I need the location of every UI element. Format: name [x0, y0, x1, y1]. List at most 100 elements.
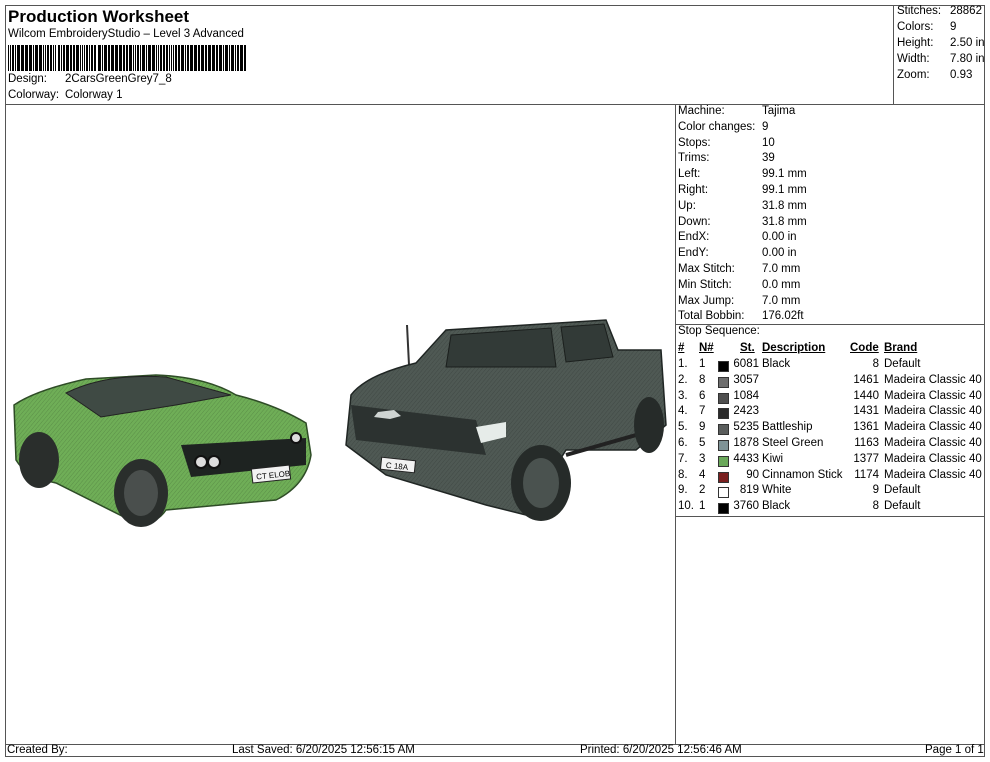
color-swatch — [718, 376, 729, 388]
needle-number: 1 — [699, 500, 706, 513]
info-label: EndX: — [678, 231, 710, 244]
info-label: Right: — [678, 184, 709, 196]
thread-brand: Madeira Classic 40 — [884, 373, 982, 386]
info-label: Total Bobbin: — [678, 310, 745, 323]
barcode — [8, 45, 246, 71]
table-row: 2. 8 3057 1461 Madeira Classic 40 — [676, 374, 985, 390]
page-title: Production Worksheet — [8, 7, 190, 26]
stitch-count: 3760 — [733, 500, 759, 513]
printed-date: Printed: 6/20/2025 12:56:46 AM — [580, 744, 742, 756]
worksheet-header: Production Worksheet Wilcom EmbroiderySt… — [5, 5, 894, 104]
info-value: 7.0 mm — [762, 263, 801, 275]
info-label: Max Stitch: — [678, 263, 735, 275]
info-value: 0.00 in — [762, 247, 797, 260]
thread-code: 1431 — [853, 405, 879, 418]
info-label: Stops: — [678, 136, 711, 149]
info-value: 39 — [762, 152, 775, 165]
thread-brand: Madeira Classic 40 — [884, 452, 982, 465]
grey-truck-illustration: C 18A — [345, 319, 667, 521]
info-value: 7.0 mm — [762, 294, 801, 307]
info-value: 9 — [762, 120, 769, 133]
design-preview: CT ELOB C 18A — [13, 319, 667, 527]
info-label: Up: — [678, 199, 696, 212]
info-value: 0.0 mm — [762, 278, 801, 291]
table-row: 10. 1 3760 Black 8 Default — [676, 500, 985, 516]
thread-description: Black — [762, 358, 791, 370]
worksheet-footer: Created By: Last Saved: 6/20/2025 12:56:… — [5, 744, 985, 757]
info-value: 0.00 in — [762, 231, 797, 244]
stitch-count: 2423 — [733, 405, 759, 418]
col-header-description: Description — [762, 342, 826, 354]
stop-number: 5. — [678, 421, 688, 434]
design-label: Design: — [8, 73, 47, 85]
thread-description: Battleship — [762, 421, 813, 434]
stitch-count: 819 — [739, 484, 759, 497]
info-value: 99.1 mm — [762, 168, 807, 181]
needle-number: 4 — [699, 468, 706, 481]
color-swatch — [718, 424, 729, 436]
stop-number: 9. — [678, 484, 688, 497]
thread-brand: Madeira Classic 40 — [884, 468, 982, 481]
info-value: Tajima — [762, 105, 796, 117]
col-header-n: N# — [699, 342, 714, 354]
info-label: Min Stitch: — [678, 278, 732, 291]
thread-brand: Madeira Classic 40 — [884, 405, 982, 418]
thread-description: Kiwi — [762, 452, 784, 465]
col-header-num: # — [678, 342, 685, 354]
table-row: 9. 2 819 White 9 Default — [676, 484, 985, 500]
thread-description: Black — [762, 500, 791, 513]
thread-code: 9 — [872, 484, 879, 497]
thread-brand: Madeira Classic 40 — [884, 421, 982, 434]
col-header-brand: Brand — [884, 342, 918, 354]
color-swatch — [718, 471, 729, 483]
needle-number: 1 — [699, 358, 706, 370]
thread-description: White — [762, 484, 792, 497]
info-value: 176.02ft — [762, 310, 804, 323]
stop-sequence-title: Stop Sequence: — [678, 325, 760, 337]
thread-code: 8 — [872, 358, 879, 370]
colorway-label: Colorway: — [8, 89, 60, 101]
thread-code: 8 — [872, 500, 879, 513]
info-value: 31.8 mm — [762, 215, 807, 228]
thread-code: 1461 — [853, 373, 879, 386]
stop-number: 8. — [678, 468, 688, 481]
stop-number: 7. — [678, 452, 688, 465]
info-label: Down: — [678, 215, 711, 228]
color-swatch — [718, 455, 729, 467]
stitch-count: 1084 — [733, 389, 759, 402]
stitch-count: 3057 — [733, 373, 759, 386]
color-swatch — [718, 487, 729, 499]
stop-number: 6. — [678, 437, 688, 449]
info-label: Left: — [678, 168, 701, 181]
thread-description: Steel Green — [762, 437, 824, 449]
colorway-value: Colorway 1 — [65, 89, 123, 101]
color-swatch — [718, 440, 729, 451]
design-stats: Stitches: 28862 Colors: 9 Height: 2.50 in W… — [897, 5, 985, 81]
needle-number: 6 — [699, 389, 706, 402]
info-label: Trims: — [678, 152, 710, 165]
design-value: 2CarsGreenGrey7_8 — [65, 73, 172, 85]
thread-code: 1361 — [853, 421, 879, 434]
stitch-count: 90 — [746, 468, 759, 481]
needle-number: 8 — [699, 373, 706, 386]
needle-number: 7 — [699, 405, 706, 418]
thread-brand: Default — [884, 358, 921, 370]
page-number: Page 1 of 1 — [925, 744, 984, 756]
thread-brand: Default — [884, 484, 921, 497]
info-label: Machine: — [678, 105, 725, 117]
thread-brand: Default — [884, 500, 921, 513]
stop-number: 4. — [678, 405, 688, 418]
thread-code: 1377 — [853, 452, 879, 465]
color-swatch — [718, 408, 729, 420]
info-label: Max Jump: — [678, 294, 735, 307]
needle-number: 3 — [699, 452, 706, 465]
stitch-count: 5235 — [733, 421, 759, 434]
color-swatch — [718, 361, 729, 372]
thread-code: 1163 — [854, 437, 879, 449]
created-by: Created By: — [7, 744, 68, 756]
table-row: 4. 7 2423 1431 Madeira Classic 40 — [676, 405, 985, 421]
software-name: Wilcom EmbroideryStudio – Level 3 Advanc… — [8, 28, 244, 40]
stop-number: 10. — [678, 500, 694, 513]
thread-description: Cinnamon Stick — [762, 468, 843, 481]
table-row: 5. 9 5235 Battleship 1361 Madeira Classic 40 — [676, 421, 985, 437]
